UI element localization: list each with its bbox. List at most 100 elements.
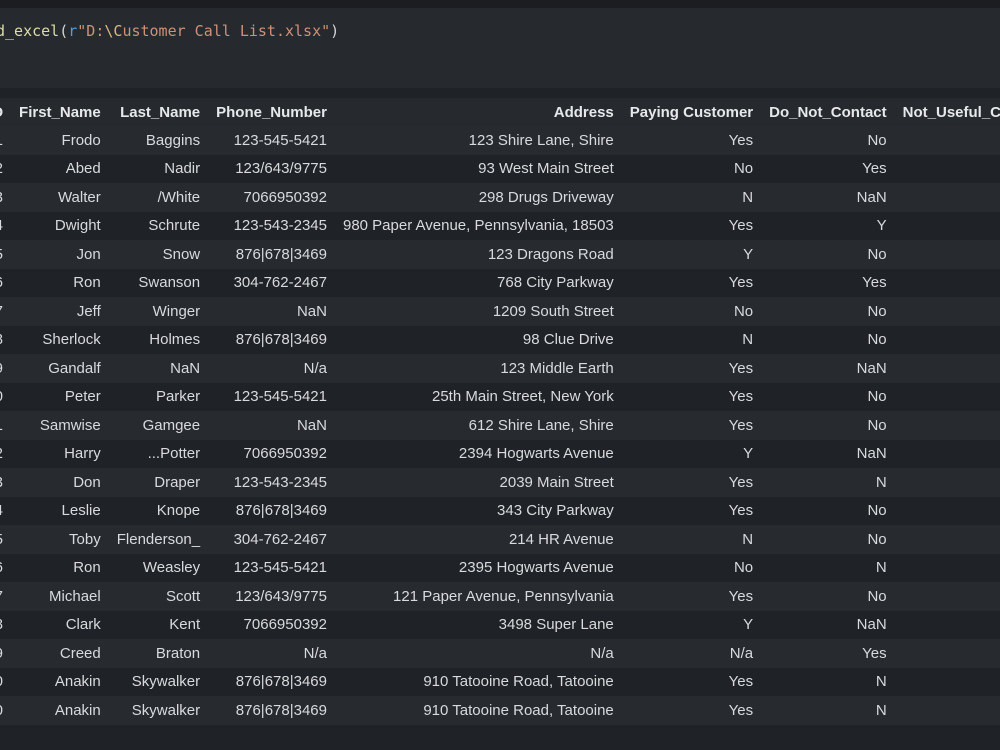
cell-first-name: Don: [11, 468, 109, 497]
cell-paying: No: [621, 154, 762, 183]
cell-address: 93 West Main Street: [334, 154, 622, 183]
cell-last-name: Swanson: [108, 268, 209, 297]
cell-not-useful: [894, 496, 1000, 525]
table-row: 003Walter/White7066950392298 Drugs Drive…: [0, 183, 1000, 212]
code-string-start: "D:: [77, 22, 105, 40]
cell-id: 001: [0, 126, 12, 155]
cell-paying: Yes: [621, 468, 762, 497]
cell-last-name: Gamgee: [108, 411, 209, 440]
cell-phone: 7066950392: [208, 183, 335, 212]
cell-id: 012: [0, 439, 12, 468]
cell-not-useful: [894, 154, 1000, 183]
cell-not-useful: [894, 696, 1000, 725]
cell-first-name: Ron: [11, 553, 109, 582]
cell-first-name: Frodo: [11, 126, 109, 155]
cell-paying: Yes: [621, 126, 762, 155]
cell-first-name: Creed: [11, 639, 109, 668]
code-raw-prefix: r: [68, 22, 78, 40]
table-row: 017MichaelScott123/643/9775121 Paper Ave…: [0, 582, 1000, 611]
cell-first-name: Peter: [11, 382, 109, 411]
code-cell[interactable]: d_excel(r"D:\Customer Call List.xlsx"): [0, 8, 1000, 88]
cell-do-not-contact: Yes: [761, 154, 895, 183]
col-header-id: rID: [0, 98, 12, 126]
cell-first-name: Anakin: [11, 667, 109, 696]
cell-id: 013: [0, 468, 12, 497]
table-row: 018ClarkKent70669503923498 Super LaneYNa…: [0, 610, 1000, 639]
table-row: 005JonSnow876|678|3469123 Dragons RoadYN…: [0, 240, 1000, 269]
col-header-not-useful: Not_Useful_Co: [894, 98, 1000, 126]
table-row: 007JeffWingerNaN1209 South StreetNoNo: [0, 297, 1000, 326]
table-row: 009GandalfNaNN/a123 Middle EarthYesNaN: [0, 354, 1000, 383]
cell-phone: 123/643/9775: [208, 582, 335, 611]
cell-id: 007: [0, 297, 12, 326]
cell-first-name: Samwise: [11, 411, 109, 440]
dataframe-table: rID First_Name Last_Name Phone_Number Ad…: [0, 98, 1000, 725]
cell-id: 015: [0, 525, 12, 554]
cell-address: 98 Clue Drive: [334, 325, 622, 354]
cell-address: 214 HR Avenue: [334, 525, 622, 554]
table-row: 010PeterParker123-545-542125th Main Stre…: [0, 382, 1000, 411]
cell-phone: 123-545-5421: [208, 126, 335, 155]
cell-paying: N/a: [621, 639, 762, 668]
cell-paying: Yes: [621, 496, 762, 525]
cell-not-useful: [894, 439, 1000, 468]
cell-first-name: Anakin: [11, 696, 109, 725]
cell-phone: 876|678|3469: [208, 696, 335, 725]
cell-not-useful: [894, 639, 1000, 668]
cell-id: 005: [0, 240, 12, 269]
cell-last-name: Scott: [108, 582, 209, 611]
cell-id: 002: [0, 154, 12, 183]
cell-not-useful: [894, 553, 1000, 582]
cell-paying: Yes: [621, 696, 762, 725]
cell-not-useful: [894, 183, 1000, 212]
table-body: 001FrodoBaggins123-545-5421123 Shire Lan…: [0, 126, 1000, 725]
cell-last-name: Skywalker: [108, 667, 209, 696]
col-header-phone: Phone_Number: [208, 98, 335, 126]
code-close-paren: ): [330, 22, 340, 40]
cell-do-not-contact: No: [761, 582, 895, 611]
cell-id: 016: [0, 553, 12, 582]
cell-do-not-contact: N: [761, 696, 895, 725]
cell-paying: N: [621, 525, 762, 554]
cell-last-name: /White: [108, 183, 209, 212]
cell-phone: 123-545-5421: [208, 382, 335, 411]
table-row: 013DonDraper123-543-23452039 Main Street…: [0, 468, 1000, 497]
cell-phone: NaN: [208, 411, 335, 440]
table-row: 011SamwiseGamgeeNaN612 Shire Lane, Shire…: [0, 411, 1000, 440]
cell-last-name: NaN: [108, 354, 209, 383]
cell-paying: N: [621, 325, 762, 354]
cell-address: 123 Middle Earth: [334, 354, 622, 383]
cell-id: 003: [0, 183, 12, 212]
cell-not-useful: [894, 525, 1000, 554]
output-area: rID First_Name Last_Name Phone_Number Ad…: [0, 88, 1000, 750]
cell-phone: 7066950392: [208, 610, 335, 639]
col-header-paying: Paying Customer: [621, 98, 762, 126]
table-row: 016RonWeasley123-545-54212395 Hogwarts A…: [0, 553, 1000, 582]
cell-first-name: Jon: [11, 240, 109, 269]
cell-address: 768 City Parkway: [334, 268, 622, 297]
code-function: d_excel: [0, 22, 60, 40]
cell-address: 612 Shire Lane, Shire: [334, 411, 622, 440]
col-header-do-not-contact: Do_Not_Contact: [761, 98, 895, 126]
cell-last-name: Knope: [108, 496, 209, 525]
cell-last-name: Holmes: [108, 325, 209, 354]
cell-last-name: Braton: [108, 639, 209, 668]
table-row: 020AnakinSkywalker876|678|3469910 Tatooi…: [0, 696, 1000, 725]
col-header-first-name: First_Name: [11, 98, 109, 126]
cell-id: 020: [0, 696, 12, 725]
cell-phone: 123-543-2345: [208, 211, 335, 240]
col-header-last-name: Last_Name: [108, 98, 209, 126]
cell-first-name: Abed: [11, 154, 109, 183]
cell-do-not-contact: Yes: [761, 268, 895, 297]
cell-do-not-contact: No: [761, 325, 895, 354]
cell-address: 910 Tatooine Road, Tatooine: [334, 696, 622, 725]
cell-phone: 304-762-2467: [208, 525, 335, 554]
cell-id: 011: [0, 411, 12, 440]
cell-phone: 7066950392: [208, 439, 335, 468]
cell-not-useful: [894, 382, 1000, 411]
cell-last-name: ...Potter: [108, 439, 209, 468]
cell-phone: 304-762-2467: [208, 268, 335, 297]
table-row: 020AnakinSkywalker876|678|3469910 Tatooi…: [0, 667, 1000, 696]
cell-id: 009: [0, 354, 12, 383]
table-row: 015TobyFlenderson_304-762-2467214 HR Ave…: [0, 525, 1000, 554]
